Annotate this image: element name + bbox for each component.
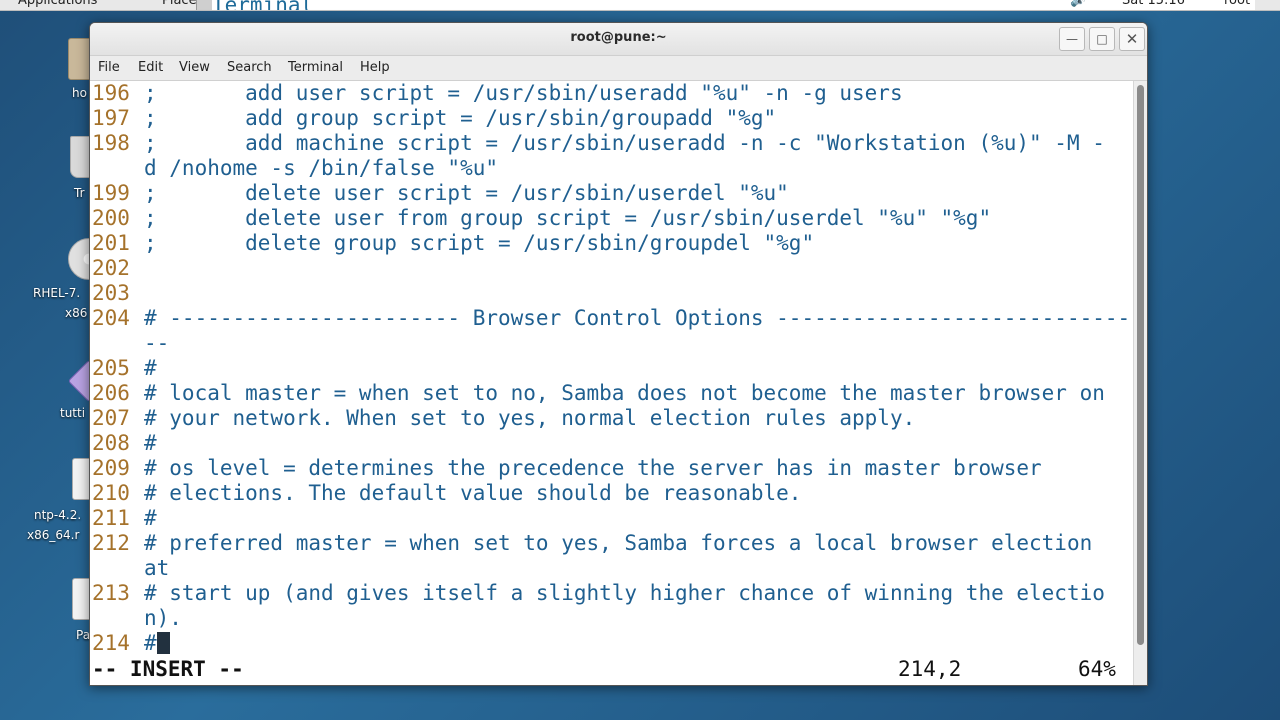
line-number: 203 [92,281,130,305]
line-text: d /nohome -s /bin/false "%u" [144,156,499,180]
line-text: n). [144,606,182,630]
line-text: ; add group script = /usr/sbin/groupadd … [144,106,777,130]
desktop-icon-label: Pa [76,628,91,642]
line-text: # ----------------------- Browser Contro… [144,306,1131,330]
menu-bar: File Edit View Search Terminal Help [90,56,1147,81]
menu-help[interactable]: Help [360,60,390,75]
terminal-window[interactable]: root@pune:~ — □ ✕ File Edit View Search … [89,22,1148,686]
editor-line: 202 [90,256,144,281]
desktop-icon-label: ntp-4.2. [34,508,82,522]
scrollbar-thumb[interactable] [1137,85,1144,645]
editor-line: 211 # [90,506,157,531]
editor-line: 198 ; add machine script = /usr/sbin/user… [90,131,1105,156]
editor-line: 208 # [90,431,157,456]
menu-view[interactable]: View [179,60,210,75]
menu-file[interactable]: File [98,60,120,75]
line-number: 198 [92,131,130,155]
line-number: 209 [92,456,130,480]
editor-line: 212 # preferred master = when set to yes,… [90,531,1092,556]
line-number: 213 [92,581,130,605]
editor-line: 214 # [90,631,170,656]
title-bar[interactable]: root@pune:~ — □ ✕ [90,23,1147,56]
line-text: # start up (and gives itself a slightly … [144,581,1105,605]
cursor-position: 214,2 [898,657,962,681]
line-number: 214 [92,631,130,655]
close-button[interactable]: ✕ [1119,27,1145,51]
line-number: 205 [92,356,130,380]
line-text: # [144,506,157,530]
line-text: # preferred master = when set to yes, Sa… [144,531,1093,555]
line-number: 212 [92,531,130,555]
vertical-scrollbar[interactable] [1133,81,1147,685]
line-text: # [144,431,157,455]
menu-terminal[interactable]: Terminal [288,60,343,75]
line-text: # os level = determines the precedence t… [144,456,1042,480]
user-menu[interactable]: root [1224,0,1250,8]
editor-line: 196 ; add user script = /usr/sbin/useradd… [90,81,903,106]
desktop-icon-label: ho [72,86,87,100]
line-number: 206 [92,381,130,405]
line-text: ; delete user from group script = /usr/s… [144,206,992,230]
line-text: at [144,556,170,580]
editor-line: d /nohome -s /bin/false "%u" [90,156,498,181]
line-text: # your network. When set to yes, normal … [144,406,916,430]
editor-line: 204 # ----------------------- Browser Con… [90,306,1130,331]
editor-line: 206 # local master = when set to no, Samb… [90,381,1105,406]
line-text: # [144,356,157,380]
menu-search[interactable]: Search [227,60,272,75]
editor-line: 213 # start up (and gives itself a slight… [90,581,1105,606]
line-text: ; add machine script = /usr/sbin/useradd… [144,131,1105,155]
desktop-icon-label: tutti [60,406,86,420]
line-number: 207 [92,406,130,430]
minimize-button[interactable]: — [1059,27,1085,51]
line-text: -- [144,331,170,355]
line-text: # [144,631,157,655]
line-number: 197 [92,106,130,130]
editor-line: 205 # [90,356,157,381]
line-text: ; delete user script = /usr/sbin/userdel… [144,181,789,205]
mode-indicator: -- INSERT -- [92,657,244,681]
editor-line: 209 # os level = determines the precedenc… [90,456,1042,481]
desktop-icon-label: Tr [74,186,85,200]
volume-icon[interactable]: 🔊 [1070,0,1086,8]
line-text: # elections. The default value should be… [144,481,802,505]
clock[interactable]: Sat 15:16 [1122,0,1185,8]
terminal-content[interactable]: 196 ; add user script = /usr/sbin/useradd… [90,81,1133,685]
applications-menu[interactable]: Applications [18,0,97,8]
line-number: 210 [92,481,130,505]
top-panel: Applications Places Terminal 🔊 Sat 15:16… [0,0,1280,11]
line-text: # local master = when set to no, Samba d… [144,381,1105,405]
line-number: 202 [92,256,130,280]
editor-line: -- [90,331,169,356]
editor-line: 200 ; delete user from group script = /us… [90,206,991,231]
maximize-button[interactable]: □ [1089,27,1115,51]
line-number: 208 [92,431,130,455]
editor-line: 199 ; delete user script = /usr/sbin/user… [90,181,789,206]
line-text: ; add user script = /usr/sbin/useradd "%… [144,81,903,105]
desktop-icon-label: x86_64.r [27,528,80,542]
line-number: 201 [92,231,130,255]
text-cursor [156,632,170,654]
editor-line: at [90,556,169,581]
editor-line: 210 # elections. The default value should… [90,481,801,506]
line-number: 196 [92,81,130,105]
line-number: 199 [92,181,130,205]
line-number: 200 [92,206,130,230]
editor-line: 207 # your network. When set to yes, norm… [90,406,915,431]
desktop-icon-label: RHEL-7. [33,286,81,300]
scroll-percent: 64% [1078,657,1116,681]
editor-line: 201 ; delete group script = /usr/sbin/gro… [90,231,814,256]
window-title: root@pune:~ [570,30,667,45]
desktop-icon-label: x86 [65,306,88,320]
vim-status-line: -- INSERT -- 214,2 64% [90,657,1133,682]
line-text: ; delete group script = /usr/sbin/groupd… [144,231,815,255]
line-number: 211 [92,506,130,530]
editor-line: 203 [90,281,144,306]
editor-line: 197 ; add group script = /usr/sbin/groupa… [90,106,776,131]
menu-edit[interactable]: Edit [138,60,163,75]
line-number: 204 [92,306,130,330]
taskbar-terminal-label: Terminal [212,0,1255,10]
editor-line: n). [90,606,182,631]
